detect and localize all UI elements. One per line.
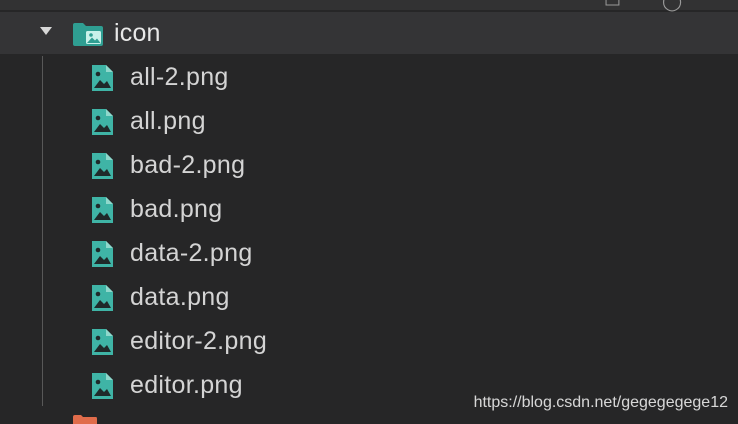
file-label: bad-2.png bbox=[130, 151, 246, 179]
file-label: data-2.png bbox=[130, 239, 253, 267]
file-item-data-png[interactable]: data.png bbox=[0, 276, 738, 320]
folder-icon bbox=[73, 415, 97, 424]
file-label: all-2.png bbox=[130, 63, 229, 91]
panel-header-strip: ▭ ◯ bbox=[0, 0, 738, 10]
file-item-editor-2-png[interactable]: editor-2.png bbox=[0, 320, 738, 364]
refresh-icon[interactable]: ◯ bbox=[662, 0, 682, 10]
chevron-down-icon[interactable] bbox=[40, 27, 52, 35]
watermark-text: https://blog.csdn.net/gegegegege12 bbox=[473, 394, 728, 411]
image-file-icon bbox=[92, 153, 113, 179]
file-label: bad.png bbox=[130, 195, 223, 223]
file-explorer-panel: ▭ ◯ icon all-2.png all.png bad-2.png bad… bbox=[0, 0, 738, 424]
file-label: editor-2.png bbox=[130, 327, 268, 355]
folder-label: icon bbox=[114, 19, 161, 47]
file-item-bad-2-png[interactable]: bad-2.png bbox=[0, 144, 738, 188]
folder-image-icon bbox=[73, 23, 103, 46]
file-label: data.png bbox=[130, 283, 230, 311]
file-item-all-2-png[interactable]: all-2.png bbox=[0, 56, 738, 100]
image-file-icon bbox=[92, 109, 113, 135]
folder-row-icon[interactable]: icon bbox=[0, 12, 738, 54]
collapse-all-icon[interactable]: ▭ bbox=[604, 0, 621, 10]
image-file-icon bbox=[92, 285, 113, 311]
image-file-icon bbox=[92, 329, 113, 355]
image-file-icon bbox=[92, 241, 113, 267]
file-label: all.png bbox=[130, 107, 206, 135]
image-file-icon bbox=[92, 65, 113, 91]
file-item-all-png[interactable]: all.png bbox=[0, 100, 738, 144]
image-file-icon bbox=[92, 197, 113, 223]
file-label: editor.png bbox=[130, 371, 243, 399]
file-item-data-2-png[interactable]: data-2.png bbox=[0, 232, 738, 276]
file-list: all-2.png all.png bad-2.png bad.png data… bbox=[0, 56, 738, 408]
file-item-bad-png[interactable]: bad.png bbox=[0, 188, 738, 232]
image-file-icon bbox=[92, 373, 113, 399]
